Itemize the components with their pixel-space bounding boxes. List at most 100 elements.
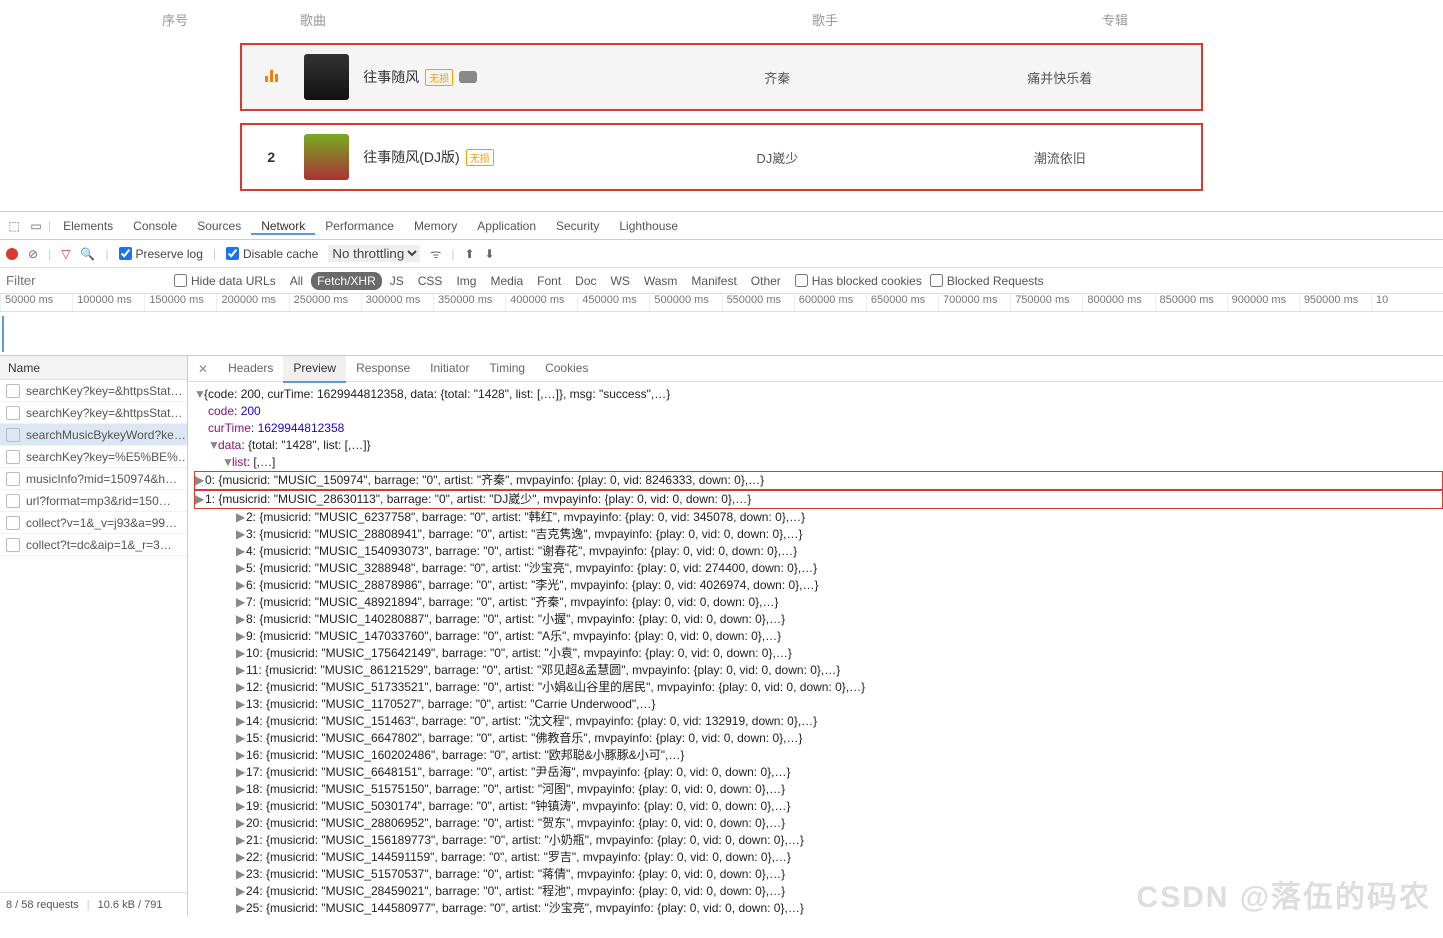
request-item[interactable]: collect?v=1&_v=j93&a=99…	[0, 512, 187, 534]
preview-list-item[interactable]: ▶2: {musicrid: "MUSIC_6237758", barrage:…	[194, 509, 1443, 526]
preview-list-item[interactable]: ▶3: {musicrid: "MUSIC_28808941", barrage…	[194, 526, 1443, 543]
request-item[interactable]: searchKey?key=&httpsStat…	[0, 402, 187, 424]
main-tab-application[interactable]: Application	[467, 219, 546, 233]
main-tab-security[interactable]: Security	[546, 219, 609, 233]
preview-list-item[interactable]: ▶10: {musicrid: "MUSIC_175642149", barra…	[194, 645, 1443, 662]
artist-name[interactable]: 齐秦	[636, 68, 919, 87]
song-title[interactable]: 往事随风(DJ版)	[363, 147, 459, 167]
preview-list-item[interactable]: ▶16: {musicrid: "MUSIC_160202486", barra…	[194, 747, 1443, 764]
filter-type-manifest[interactable]: Manifest	[685, 272, 742, 290]
preview-list-item[interactable]: ▶12: {musicrid: "MUSIC_51733521", barrag…	[194, 679, 1443, 696]
filter-type-wasm[interactable]: Wasm	[638, 272, 684, 290]
main-tab-console[interactable]: Console	[123, 219, 187, 233]
artist-name[interactable]: DJ崴少	[636, 148, 919, 167]
preview-list-item[interactable]: ▶1: {musicrid: "MUSIC_28630113", barrage…	[194, 490, 1443, 509]
blocked-requests-checkbox[interactable]: Blocked Requests	[930, 274, 1044, 288]
inspect-icon[interactable]: ⬚	[4, 216, 24, 236]
request-item[interactable]: url?format=mp3&rid=150…	[0, 490, 187, 512]
music-page: 序号 歌曲 歌手 专辑 往事随风 无损 齐秦 痛并快乐着 2 往事随风(DJ版)…	[0, 0, 1443, 211]
preview-list-item[interactable]: ▶22: {musicrid: "MUSIC_144591159", barra…	[194, 849, 1443, 866]
preview-list-item[interactable]: ▶24: {musicrid: "MUSIC_28459021", barrag…	[194, 883, 1443, 900]
detail-tab-response[interactable]: Response	[346, 356, 420, 383]
song-row[interactable]: 往事随风 无损 齐秦 痛并快乐着	[240, 43, 1203, 111]
network-waterfall[interactable]	[0, 312, 1443, 356]
filter-type-fetchxhr[interactable]: Fetch/XHR	[311, 272, 382, 290]
preview-list-item[interactable]: ▶6: {musicrid: "MUSIC_28878986", barrage…	[194, 577, 1443, 594]
request-item[interactable]: searchKey?key=&httpsStat…	[0, 380, 187, 402]
throttling-select[interactable]: No throttling	[328, 245, 420, 262]
preview-list-item[interactable]: ▶5: {musicrid: "MUSIC_3288948", barrage:…	[194, 560, 1443, 577]
preview-list-item[interactable]: ▶8: {musicrid: "MUSIC_140280887", barrag…	[194, 611, 1443, 628]
preview-list-item[interactable]: ▶15: {musicrid: "MUSIC_6647802", barrage…	[194, 730, 1443, 747]
request-item[interactable]: musicInfo?mid=150974&h…	[0, 468, 187, 490]
network-toolbar: ⊘ | ▽ 🔍 | Preserve log | Disable cache N…	[0, 240, 1443, 268]
preserve-log-checkbox[interactable]: Preserve log	[119, 247, 203, 261]
has-blocked-cookies-checkbox[interactable]: Has blocked cookies	[795, 274, 922, 288]
preview-list-item[interactable]: ▶21: {musicrid: "MUSIC_156189773", barra…	[194, 832, 1443, 849]
filter-type-css[interactable]: CSS	[412, 272, 449, 290]
main-tab-performance[interactable]: Performance	[315, 219, 404, 233]
upload-icon[interactable]: ⬆	[464, 247, 474, 261]
preview-list-item[interactable]: ▶7: {musicrid: "MUSIC_48921894", barrage…	[194, 594, 1443, 611]
main-tab-sources[interactable]: Sources	[187, 219, 251, 233]
preview-list-item[interactable]: ▶23: {musicrid: "MUSIC_51570537", barrag…	[194, 866, 1443, 883]
network-timeline[interactable]: 50000 ms100000 ms150000 ms200000 ms25000…	[0, 294, 1443, 312]
disable-cache-checkbox[interactable]: Disable cache	[226, 247, 318, 261]
song-title[interactable]: 往事随风	[363, 67, 419, 87]
preview-body[interactable]: ▼{code: 200, curTime: 1629944812358, dat…	[188, 382, 1443, 916]
detail-tab-initiator[interactable]: Initiator	[420, 356, 479, 383]
clear-icon[interactable]: ⊘	[28, 247, 38, 261]
request-item[interactable]: searchKey?key=%E5%BE%…	[0, 446, 187, 468]
request-list: searchKey?key=&httpsStat…searchKey?key=&…	[0, 380, 187, 892]
devtools-main-tabs: ⬚ ▭ | ElementsConsoleSourcesNetworkPerfo…	[0, 212, 1443, 240]
record-button[interactable]	[6, 248, 18, 260]
album-cover[interactable]	[304, 54, 349, 100]
request-list-header[interactable]: Name	[0, 356, 187, 380]
header-artist: 歌手	[680, 10, 970, 29]
search-icon[interactable]: 🔍	[80, 247, 95, 261]
filter-type-all[interactable]: All	[284, 272, 309, 290]
now-playing-icon	[263, 69, 279, 83]
close-icon[interactable]: ✕	[192, 362, 214, 376]
filter-type-ws[interactable]: WS	[605, 272, 636, 290]
detail-tab-headers[interactable]: Headers	[218, 356, 283, 383]
preview-list-item[interactable]: ▶14: {musicrid: "MUSIC_151463", barrage:…	[194, 713, 1443, 730]
album-name[interactable]: 潮流依旧	[919, 148, 1202, 167]
preview-list-item[interactable]: ▶18: {musicrid: "MUSIC_51575150", barrag…	[194, 781, 1443, 798]
main-tab-lighthouse[interactable]: Lighthouse	[609, 219, 688, 233]
filter-type-font[interactable]: Font	[531, 272, 567, 290]
preview-list-item[interactable]: ▶11: {musicrid: "MUSIC_86121529", barrag…	[194, 662, 1443, 679]
detail-tab-preview[interactable]: Preview	[283, 356, 346, 383]
album-name[interactable]: 痛并快乐着	[919, 68, 1202, 87]
filter-type-js[interactable]: JS	[384, 272, 410, 290]
filter-input[interactable]	[6, 273, 166, 288]
filter-type-img[interactable]: Img	[450, 272, 482, 290]
hide-data-urls-checkbox[interactable]: Hide data URLs	[174, 274, 276, 288]
preview-list-item[interactable]: ▶13: {musicrid: "MUSIC_1170527", barrage…	[194, 696, 1443, 713]
preview-list-item[interactable]: ▶0: {musicrid: "MUSIC_150974", barrage: …	[194, 471, 1443, 490]
main-tab-network[interactable]: Network	[251, 219, 315, 235]
preview-list-item[interactable]: ▶25: {musicrid: "MUSIC_144580977", barra…	[194, 900, 1443, 916]
filter-type-doc[interactable]: Doc	[569, 272, 602, 290]
preview-list-item[interactable]: ▶9: {musicrid: "MUSIC_147033760", barrag…	[194, 628, 1443, 645]
wifi-icon[interactable]: ᯤ	[430, 245, 441, 262]
request-item[interactable]: searchMusicBykeyWord?ke…	[0, 424, 187, 446]
song-row[interactable]: 2 往事随风(DJ版) 无损 DJ崴少 潮流依旧	[240, 123, 1203, 191]
preview-list-item[interactable]: ▶17: {musicrid: "MUSIC_6648151", barrage…	[194, 764, 1443, 781]
preview-list-item[interactable]: ▶4: {musicrid: "MUSIC_154093073", barrag…	[194, 543, 1443, 560]
main-tab-elements[interactable]: Elements	[53, 219, 123, 233]
detail-tab-timing[interactable]: Timing	[480, 356, 536, 383]
album-cover[interactable]	[304, 134, 349, 180]
main-tab-memory[interactable]: Memory	[404, 219, 467, 233]
filter-type-other[interactable]: Other	[745, 272, 787, 290]
preview-list-item[interactable]: ▶19: {musicrid: "MUSIC_5030174", barrage…	[194, 798, 1443, 815]
request-item[interactable]: collect?t=dc&aip=1&_r=3…	[0, 534, 187, 556]
detail-tab-cookies[interactable]: Cookies	[535, 356, 598, 383]
filter-icon[interactable]: ▽	[61, 247, 70, 261]
download-icon[interactable]: ⬇	[485, 247, 495, 261]
devtools-panel: ⬚ ▭ | ElementsConsoleSourcesNetworkPerfo…	[0, 211, 1443, 916]
device-toolbar-icon[interactable]: ▭	[26, 216, 46, 236]
filter-type-media[interactable]: Media	[484, 272, 529, 290]
network-filter-row: Hide data URLs AllFetch/XHRJSCSSImgMedia…	[0, 268, 1443, 294]
preview-list-item[interactable]: ▶20: {musicrid: "MUSIC_28806952", barrag…	[194, 815, 1443, 832]
